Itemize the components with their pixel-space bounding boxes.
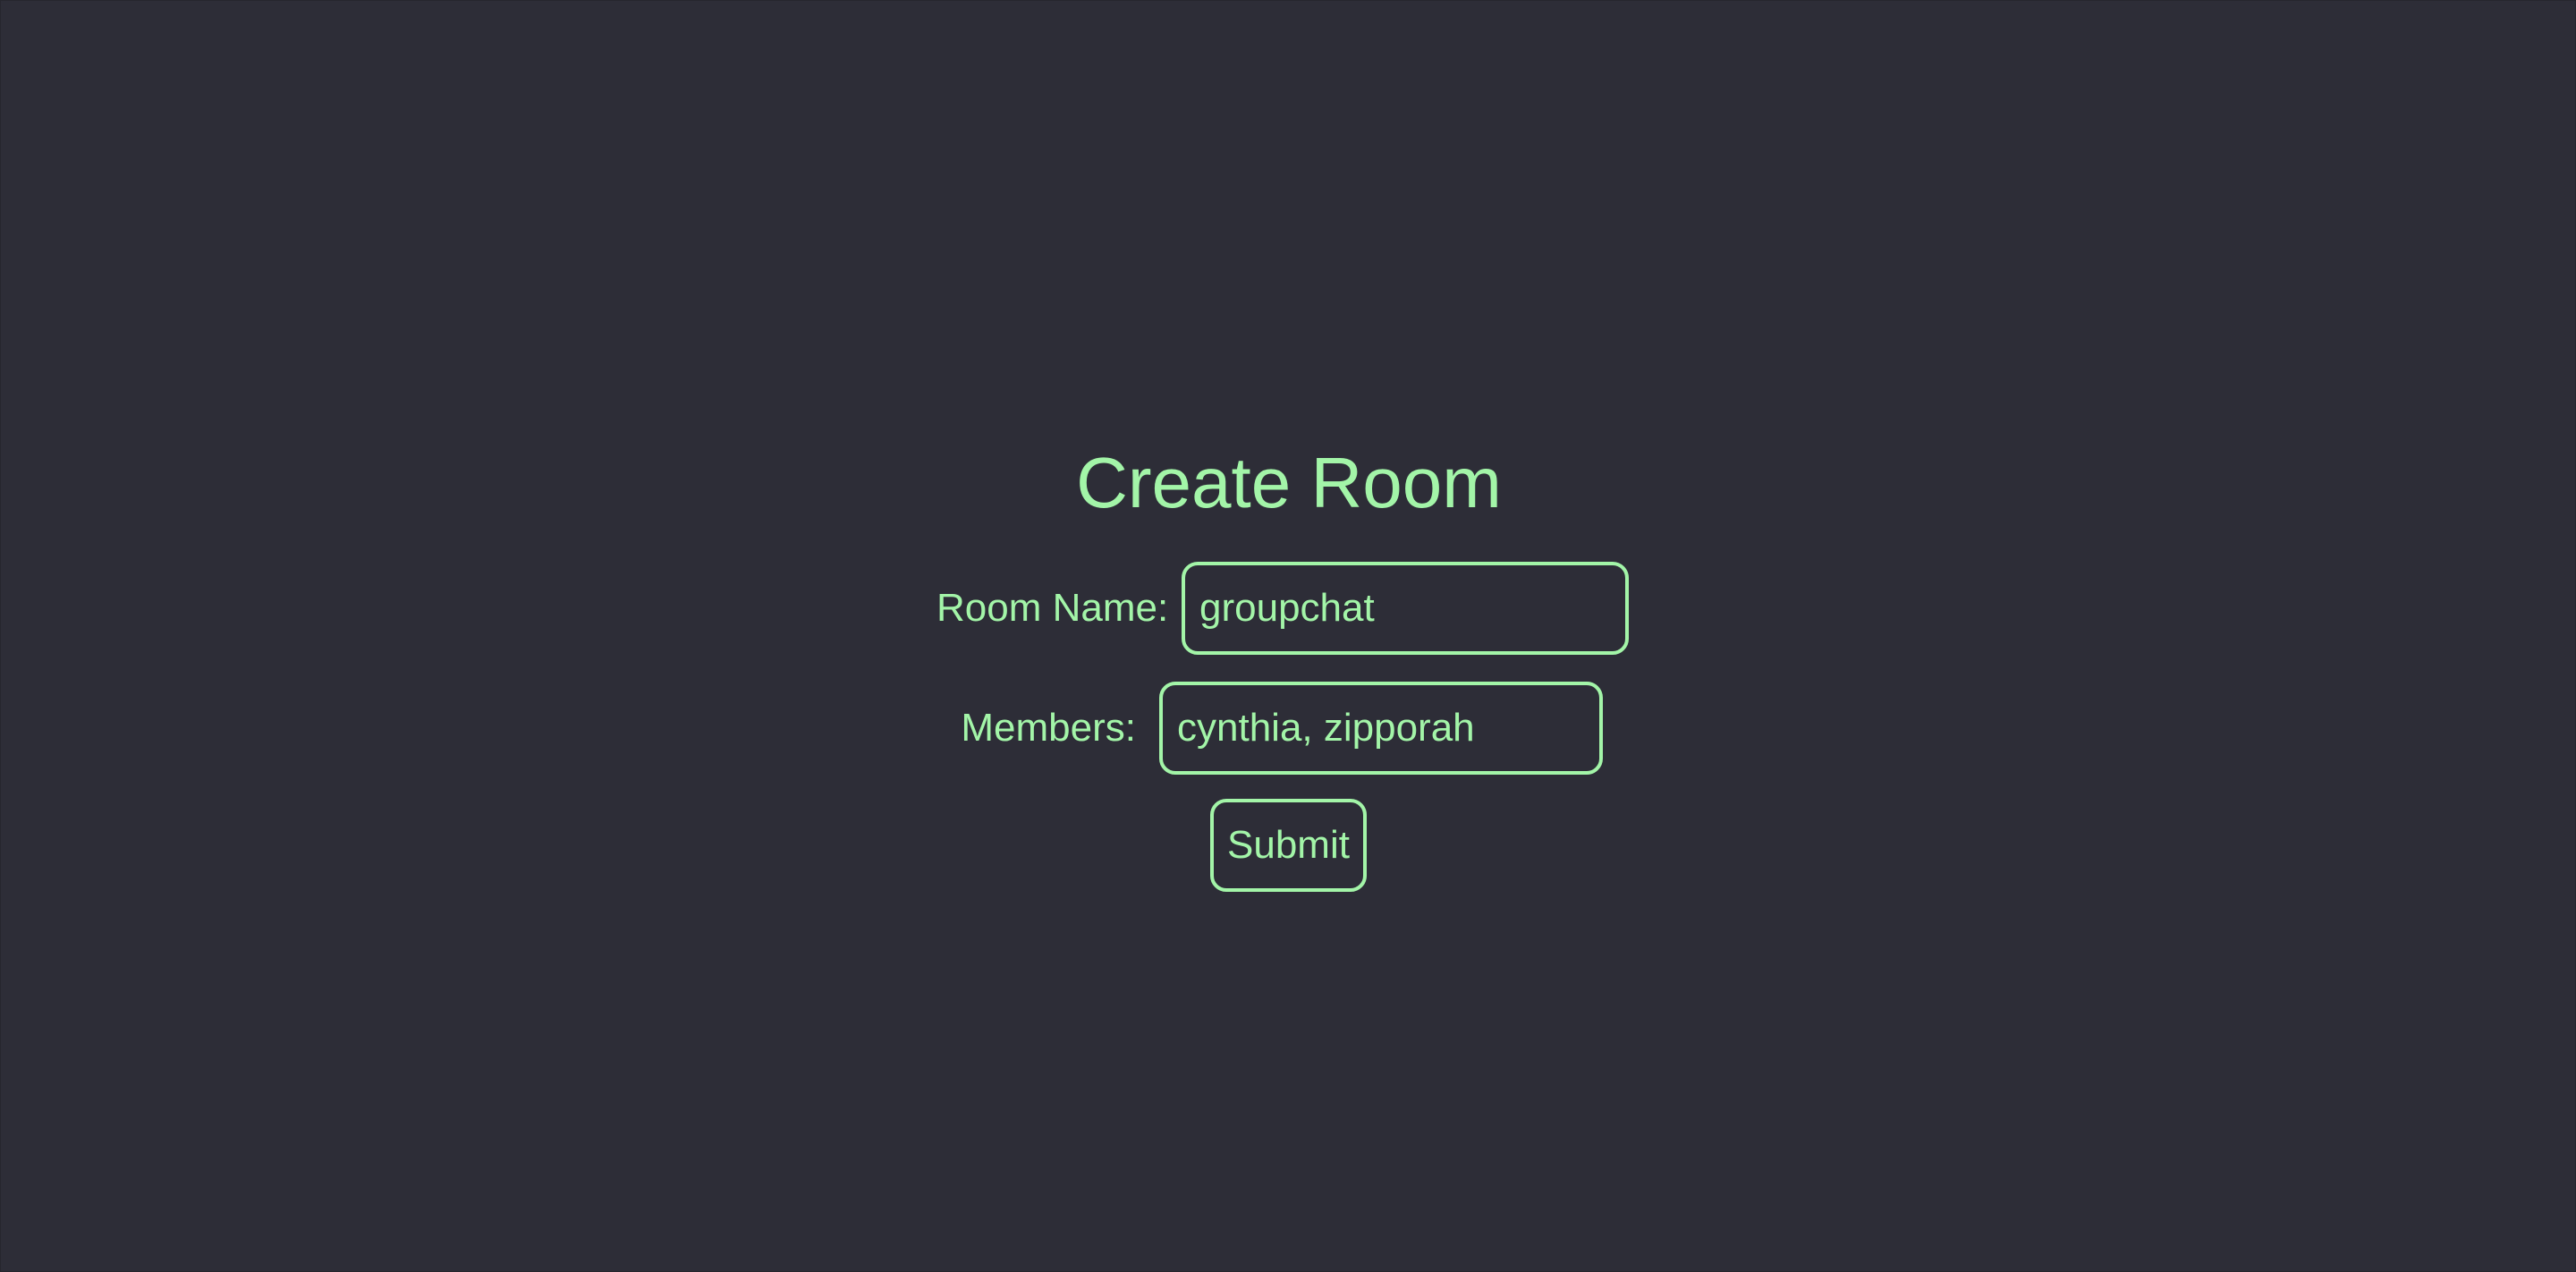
page-title: Create Room <box>1076 443 1502 522</box>
members-input[interactable] <box>1159 682 1603 775</box>
members-label: Members: <box>961 706 1136 750</box>
room-name-label: Room Name: <box>936 586 1169 630</box>
room-name-row: Room Name: <box>936 562 1629 655</box>
create-room-page: Create Room Room Name: Members: Submit <box>0 0 2576 1272</box>
room-name-input[interactable] <box>1182 562 1629 655</box>
submit-button[interactable]: Submit <box>1210 799 1367 892</box>
members-row: Members: <box>961 682 1603 775</box>
